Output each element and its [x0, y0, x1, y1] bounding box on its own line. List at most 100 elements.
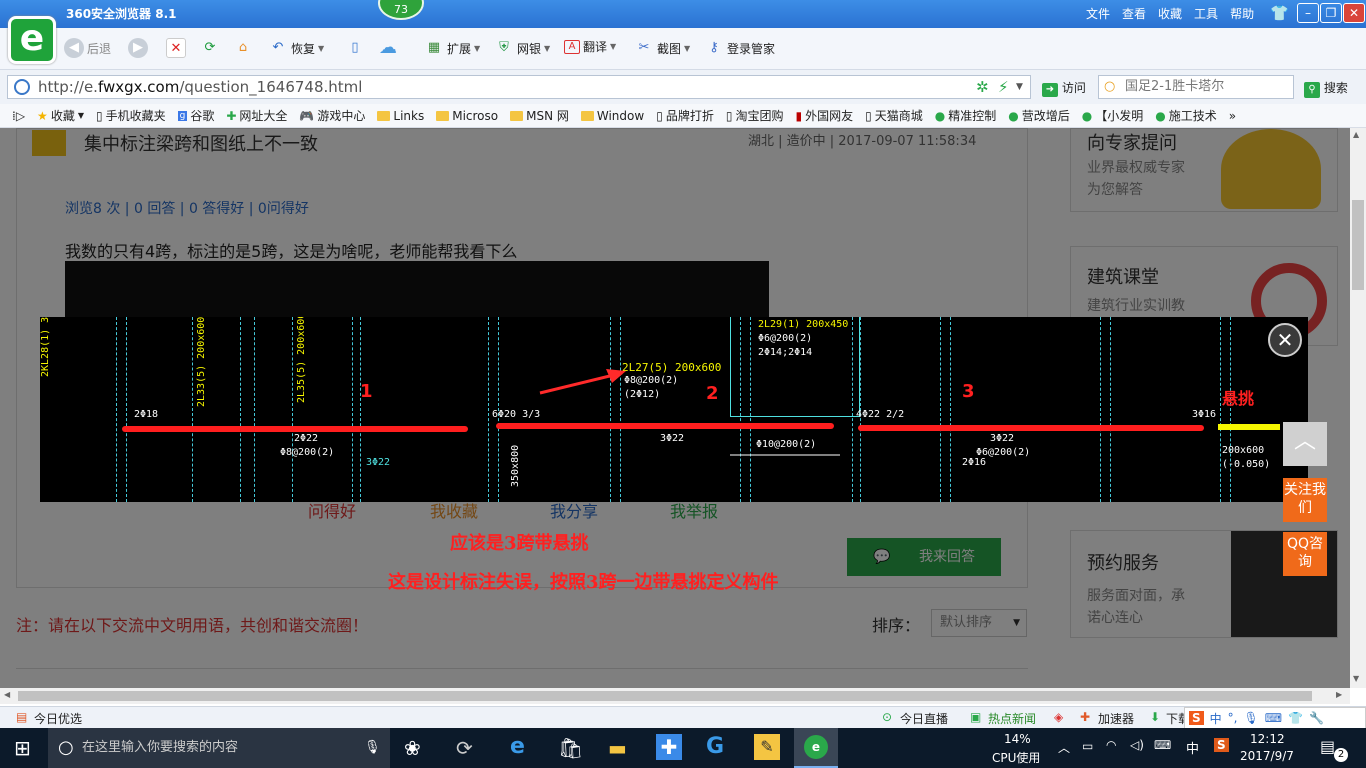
bookmark-item[interactable]: ● 营改增后	[1002, 107, 1076, 124]
url-input[interactable]: http://e.fwxgx.com/question_1646748.html…	[7, 75, 1031, 99]
sidebar-toggle-icon[interactable]: ⁞▷	[0, 109, 31, 123]
translate-button[interactable]: A 翻译 ▼	[564, 38, 616, 55]
scroll-up-icon[interactable]: ▲	[1353, 130, 1359, 139]
explorer-folder-icon[interactable]: ▬	[608, 736, 627, 760]
toolbar: ◀ 后退 ▶ ✕ ⟳ ⌂ ↶ 恢复 ▼ ▯ ☁ ▦ 扩展 ▼ ⛨ 网银 ▼ A …	[0, 28, 1366, 70]
volume-icon[interactable]: ◁)	[1130, 738, 1144, 752]
qq-consult-button[interactable]: QQ咨询	[1283, 532, 1327, 576]
bookmark-item[interactable]: ● 施工技术	[1149, 107, 1223, 124]
forward-button[interactable]: ▶	[128, 38, 148, 58]
g-app-icon[interactable]: G	[706, 734, 724, 759]
extend-button[interactable]: ▦ 扩展 ▼	[424, 38, 480, 58]
chevron-up-icon[interactable]: ︿	[1058, 739, 1070, 756]
menu-file[interactable]: 文件	[1086, 5, 1110, 22]
tool-icon[interactable]: ◈	[1054, 710, 1063, 724]
wifi-icon[interactable]: ◠	[1106, 738, 1116, 752]
bookmark-item[interactable]: ✚ 网址大全	[220, 107, 293, 124]
netbank-button[interactable]: ⛨ 网银 ▼	[494, 38, 550, 58]
hot-news-link[interactable]: 热点新闻	[988, 710, 1036, 727]
taskbar-search-input[interactable]: ○ 在这里输入你要搜索的内容 🎙	[48, 728, 390, 768]
address-bar: http://e.fwxgx.com/question_1646748.html…	[0, 70, 1366, 104]
menu-tools[interactable]: 工具	[1194, 5, 1218, 22]
follow-us-button[interactable]: 关注我们	[1283, 478, 1327, 522]
scroll-right-icon[interactable]: ▶	[1336, 690, 1342, 699]
bookmark-item[interactable]: ▯ 手机收藏夹	[90, 107, 172, 124]
stop-button[interactable]: ✕	[166, 38, 186, 58]
accelerator-link[interactable]: 加速器	[1098, 710, 1134, 727]
forward-arrow-icon: ▶	[128, 38, 148, 58]
bookmark-item[interactable]: ★ 收藏 ▼	[31, 107, 90, 124]
clock-time[interactable]: 12:12	[1250, 732, 1285, 746]
today-picks-link[interactable]: 今日优选	[34, 710, 82, 727]
close-lightbox-button[interactable]: ✕	[1268, 323, 1302, 357]
bookmark-item[interactable]: MSN 网	[504, 107, 575, 124]
punct-icon: °,	[1227, 711, 1238, 725]
app-plus-icon[interactable]: ✚	[656, 734, 682, 760]
store-icon[interactable]: 🛍	[558, 736, 583, 760]
annotation-overlay	[539, 369, 840, 456]
menu-view[interactable]: 查看	[1122, 5, 1146, 22]
bookmark-item[interactable]: ▮ 外国网友	[789, 107, 859, 124]
notification-badge[interactable]: 73	[378, 0, 424, 20]
menu-favorites[interactable]: 收藏	[1158, 5, 1182, 22]
notification-center-icon[interactable]: ▤	[1320, 737, 1335, 756]
more-bookmarks-icon[interactable]: »	[1223, 109, 1242, 123]
cloud-button[interactable]: ☁	[378, 38, 398, 58]
speed-icon[interactable]: ⚡	[998, 76, 1009, 98]
bookmark-item[interactable]: ● 精准控制	[929, 107, 1003, 124]
menu-help[interactable]: 帮助	[1230, 5, 1254, 22]
visit-button[interactable]: ➜ 访问	[1042, 79, 1086, 97]
bookmark-item[interactable]: g 谷歌	[172, 107, 221, 124]
bookmark-item[interactable]: ▯ 天猫商城	[859, 107, 929, 124]
keyboard-icon[interactable]: ⌨	[1154, 738, 1171, 752]
span-label-2: 2	[706, 383, 719, 404]
edge-icon[interactable]: e	[510, 734, 525, 759]
bookmark-item[interactable]: Window	[575, 109, 650, 123]
security-icon[interactable]: ✲	[976, 76, 989, 98]
folder-icon	[377, 110, 391, 121]
scrollbar-thumb[interactable]	[1352, 200, 1364, 290]
maximize-button[interactable]: ❐	[1320, 3, 1342, 23]
today-live-link[interactable]: 今日直播	[900, 710, 948, 727]
home-button[interactable]: ⌂	[233, 38, 253, 58]
skin-icon[interactable]: 👕	[1270, 4, 1289, 22]
bookmark-item[interactable]: ● 【小发明	[1076, 107, 1150, 124]
ime-indicator[interactable]: 中	[1186, 738, 1199, 757]
minimize-button[interactable]: –	[1297, 3, 1319, 23]
taskbar-browser-active[interactable]: e	[794, 728, 838, 768]
mobile-button[interactable]: ▯	[345, 38, 365, 58]
close-window-button[interactable]: ✕	[1343, 3, 1365, 23]
sogou-tray-icon[interactable]: S	[1214, 738, 1229, 752]
scroll-down-icon[interactable]: ▼	[1353, 674, 1359, 683]
caption-line-1: 应该是3跨带悬挑	[450, 533, 589, 554]
back-button[interactable]: ◀ 后退	[64, 38, 111, 58]
search-engine-icon: ○	[1104, 79, 1116, 94]
battery-icon[interactable]: ▭	[1082, 739, 1093, 753]
ime-toolbar[interactable]: S 中 °, 🎙 ⌨ 👕 🔧	[1184, 707, 1366, 729]
bookmark-item[interactable]: Links	[371, 109, 430, 123]
bookmark-item[interactable]: ▯ 品牌打折	[650, 107, 720, 124]
notes-app-icon[interactable]: ✎	[754, 734, 780, 760]
bookmark-item[interactable]: 🎮 游戏中心	[293, 107, 371, 124]
bookmark-item[interactable]: ▯ 淘宝团购	[720, 107, 790, 124]
restore-button[interactable]: ↶ 恢复 ▼	[268, 38, 325, 58]
url-dropdown-icon[interactable]: ▼	[1016, 76, 1023, 98]
refresh-button[interactable]: ⟳	[200, 38, 220, 58]
cloud-icon: ☁	[379, 37, 397, 58]
windows-start-icon[interactable]: ⊞	[14, 736, 31, 760]
vertical-scrollbar[interactable]: ▲ ▼	[1350, 128, 1366, 688]
span-2-line	[496, 423, 834, 429]
h-scrollbar-thumb[interactable]	[18, 691, 1312, 701]
horizontal-scrollbar[interactable]: ◀ ▶	[0, 688, 1350, 704]
bookmark-item[interactable]: Microso	[430, 109, 504, 123]
search-input[interactable]: ○ 国足2-1胜卡塔尔	[1098, 75, 1294, 99]
login-manager-button[interactable]: ⚷ 登录管家	[704, 38, 775, 58]
task-view-icon[interactable]: ❀	[404, 736, 421, 760]
app-icon[interactable]: ⟳	[456, 736, 473, 760]
clock-date[interactable]: 2017/9/7	[1240, 749, 1294, 763]
back-to-top-button[interactable]: ︿	[1283, 422, 1327, 466]
screenshot-button[interactable]: ✂ 截图 ▼	[634, 38, 691, 58]
scroll-left-icon[interactable]: ◀	[4, 690, 10, 699]
browser-logo[interactable]: e	[8, 16, 56, 64]
search-button[interactable]: ⚲ 搜索	[1304, 79, 1348, 98]
